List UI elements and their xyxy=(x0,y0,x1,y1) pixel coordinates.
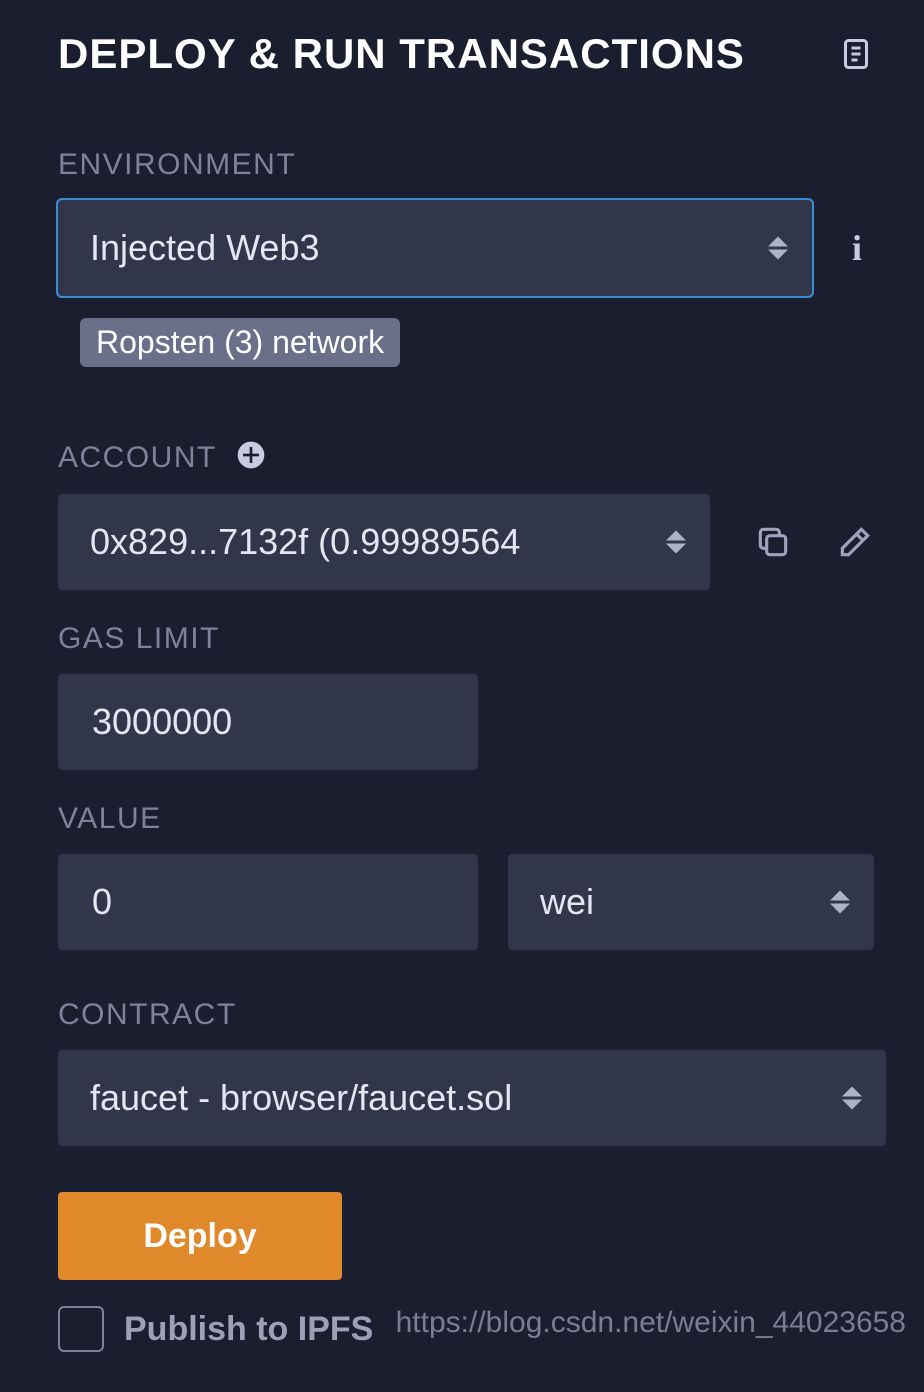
value-field[interactable] xyxy=(90,880,446,924)
chevron-updown-icon xyxy=(842,1087,862,1110)
publish-ipfs-checkbox[interactable] xyxy=(58,1306,104,1352)
environment-label: ENVIRONMENT xyxy=(58,148,874,182)
panel-title: DEPLOY & RUN TRANSACTIONS xyxy=(58,30,745,78)
plus-circle-icon[interactable] xyxy=(235,439,267,476)
account-label: ACCOUNT xyxy=(58,441,217,475)
value-input[interactable] xyxy=(58,854,478,950)
chevron-updown-icon xyxy=(768,237,788,260)
publish-ipfs-label: Publish to IPFS xyxy=(124,1310,373,1349)
network-badge: Ropsten (3) network xyxy=(80,318,400,367)
value-unit-select[interactable]: wei xyxy=(508,854,874,950)
account-selected-value: 0x829...7132f (0.99989564 xyxy=(90,521,520,563)
chevron-updown-icon xyxy=(666,531,686,554)
contract-label: CONTRACT xyxy=(58,998,874,1032)
gas-limit-label: GAS LIMIT xyxy=(58,622,874,656)
gas-limit-input[interactable] xyxy=(58,674,478,770)
deploy-button[interactable]: Deploy xyxy=(58,1192,342,1280)
contract-selected-value: faucet - browser/faucet.sol xyxy=(90,1077,512,1119)
value-unit-selected: wei xyxy=(540,881,594,923)
info-icon[interactable]: i xyxy=(852,227,862,269)
copy-icon[interactable] xyxy=(754,523,792,561)
environment-select[interactable]: Injected Web3 xyxy=(58,200,812,296)
environment-selected-value: Injected Web3 xyxy=(90,227,319,269)
gas-limit-field[interactable] xyxy=(90,700,446,744)
account-select[interactable]: 0x829...7132f (0.99989564 xyxy=(58,494,710,590)
value-label: VALUE xyxy=(58,802,874,836)
contract-select[interactable]: faucet - browser/faucet.sol xyxy=(58,1050,886,1146)
chevron-updown-icon xyxy=(830,891,850,914)
edit-icon[interactable] xyxy=(836,523,874,561)
document-icon[interactable] xyxy=(838,36,874,72)
deploy-button-label: Deploy xyxy=(143,1217,256,1256)
